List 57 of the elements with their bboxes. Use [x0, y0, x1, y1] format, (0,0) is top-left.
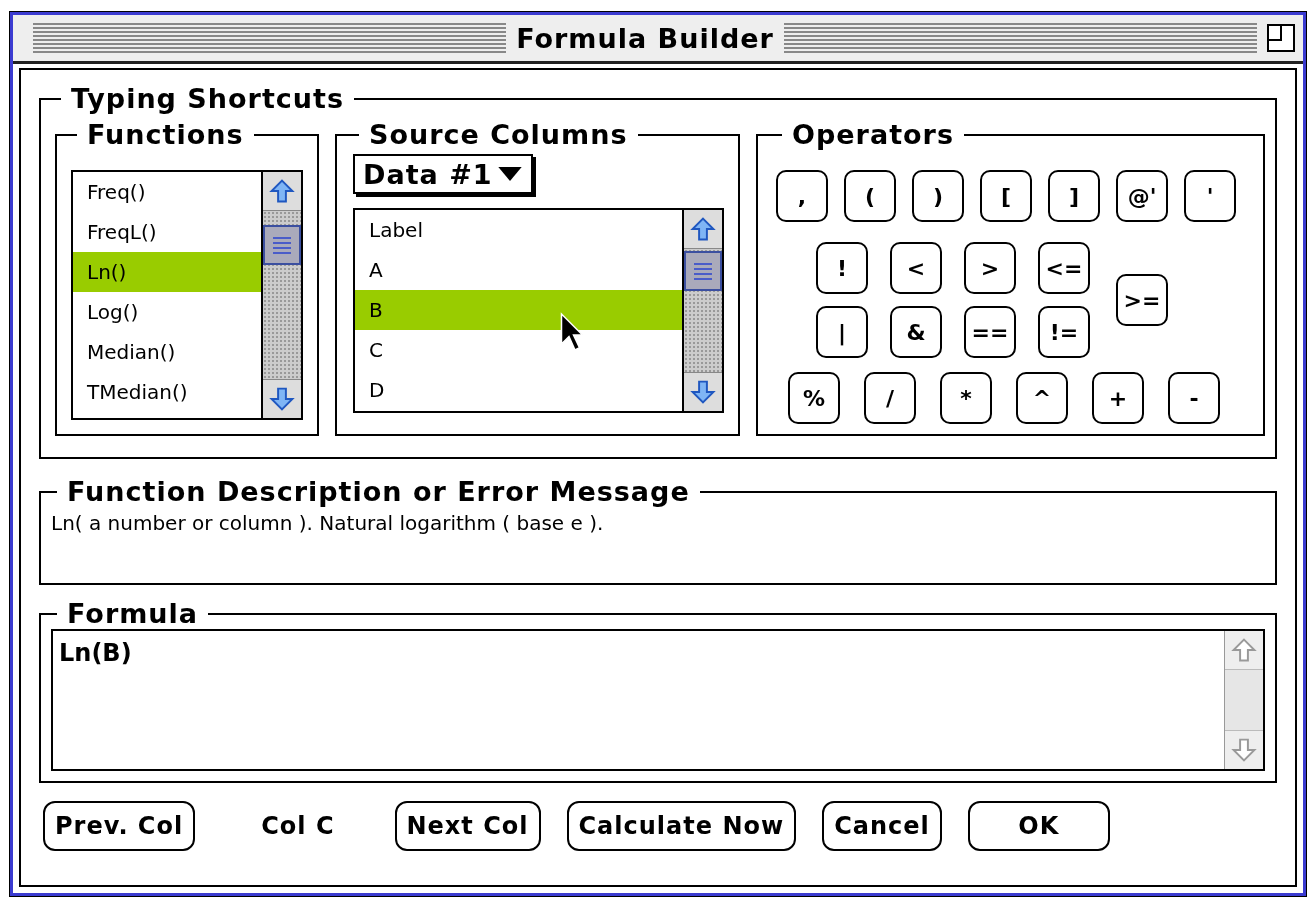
operator-button[interactable]: @' [1116, 170, 1168, 222]
dialog-button[interactable]: Cancel [822, 801, 942, 851]
operator-button[interactable]: [ [980, 170, 1032, 222]
operator-button[interactable]: ( [844, 170, 896, 222]
caret-icon [496, 167, 523, 181]
list-item[interactable]: Label [355, 210, 682, 250]
group-title: Functions [86, 120, 245, 150]
title-bar-stripes[interactable] [783, 23, 1257, 53]
title-bar-stripes[interactable] [33, 23, 507, 53]
scroll-bar[interactable] [682, 210, 722, 411]
column-label: Col C [261, 812, 335, 840]
operator-button[interactable]: , [776, 170, 828, 222]
scroll-bar[interactable] [1224, 631, 1263, 769]
operator-button[interactable]: - [1168, 372, 1220, 424]
operator-button[interactable]: ] [1048, 170, 1100, 222]
list-item[interactable]: B [355, 290, 682, 330]
formula-field[interactable]: Ln(B) [51, 629, 1265, 771]
list-item[interactable]: TMedian() [73, 372, 261, 412]
operator-button[interactable]: / [864, 372, 916, 424]
group-title: Function Description or Error Message [66, 477, 691, 507]
operator-button[interactable]: > [964, 242, 1016, 294]
operator-button[interactable]: < [890, 242, 942, 294]
list-item[interactable]: D [355, 370, 682, 410]
group-title: Formula [66, 599, 200, 629]
operator-button[interactable]: ^ [1016, 372, 1068, 424]
operator-button[interactable]: % [788, 372, 840, 424]
list-item[interactable]: Freq() [73, 172, 261, 212]
group-title: Typing Shortcuts [70, 84, 345, 114]
operator-button[interactable]: != [1038, 306, 1090, 358]
mouse-pointer-icon [560, 312, 584, 352]
dialog-button[interactable]: Calculate Now [566, 801, 797, 851]
operator-button[interactable]: ) [912, 170, 964, 222]
operator-button[interactable]: >= [1116, 274, 1168, 326]
list-item[interactable]: FreqL() [73, 212, 261, 252]
operator-button[interactable]: & [890, 306, 942, 358]
description-text: Ln( a number or column ). Natural logarithm ( base e ). [51, 510, 605, 535]
operator-button[interactable]: ! [816, 242, 868, 294]
list-item[interactable]: C [355, 330, 682, 370]
zoom-box-icon[interactable] [1267, 24, 1295, 52]
list-item[interactable]: Log() [73, 292, 261, 332]
operator-button[interactable]: == [964, 306, 1016, 358]
list-item[interactable]: A [355, 250, 682, 290]
list-item[interactable]: Ln() [73, 252, 261, 292]
operator-button[interactable]: | [816, 306, 868, 358]
scroll-bar[interactable] [261, 172, 301, 418]
group-title: Source Columns [368, 120, 629, 150]
list-item[interactable]: Median() [73, 332, 261, 372]
dataset-dropdown[interactable]: Data #1 [353, 154, 533, 194]
dialog-button[interactable]: Next Col [394, 801, 541, 851]
operator-button[interactable]: + [1092, 372, 1144, 424]
operator-button[interactable]: <= [1038, 242, 1090, 294]
dialog-button[interactable]: OK [967, 801, 1110, 851]
operator-button[interactable]: * [940, 372, 992, 424]
window-title: Formula Builder [516, 22, 774, 54]
group-title: Operators [791, 120, 955, 150]
dialog-button[interactable]: Prev. Col [43, 801, 196, 851]
operator-button[interactable]: ' [1184, 170, 1236, 222]
